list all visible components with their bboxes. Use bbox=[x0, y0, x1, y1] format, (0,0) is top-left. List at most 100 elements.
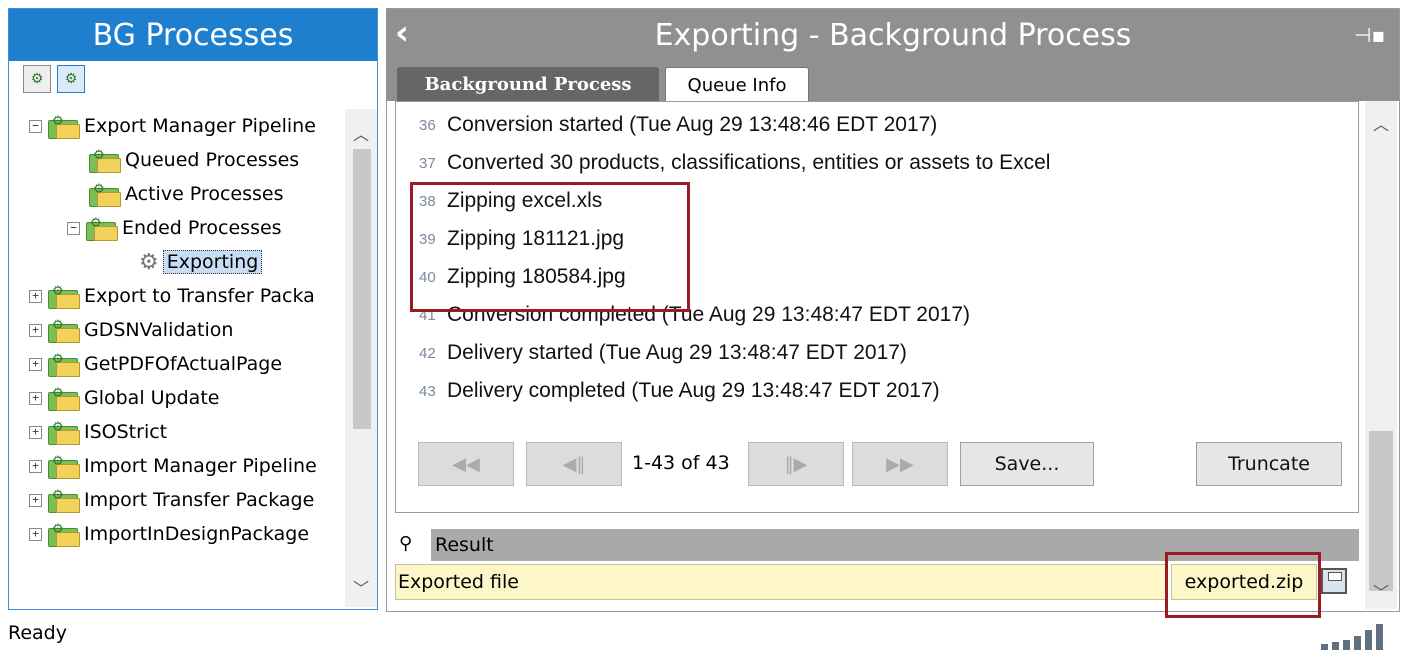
tab-bar: Background Process Queue Info bbox=[387, 61, 1399, 102]
line-number: 43 bbox=[419, 382, 436, 400]
scroll-up-icon[interactable]: ︿ bbox=[345, 121, 377, 145]
expand-icon[interactable]: + bbox=[29, 425, 42, 439]
tree-item-label: Ended Processes bbox=[122, 217, 282, 239]
process-detail-panel: Exporting - Background Process ‹ ⊣▪ Back… bbox=[386, 8, 1400, 618]
expand-icon[interactable]: + bbox=[29, 493, 42, 507]
expand-icon[interactable]: + bbox=[29, 391, 42, 405]
tree-item-label: Active Processes bbox=[125, 183, 284, 205]
back-icon[interactable]: ‹ bbox=[395, 13, 409, 53]
show-all-processes-icon[interactable]: ⚙ bbox=[23, 65, 51, 93]
process-tree: − ⚙ Export Manager Pipeline ⚙ Queued Pro… bbox=[9, 109, 343, 599]
tree-item-ended-processes[interactable]: − ⚙ Ended Processes bbox=[67, 213, 282, 243]
first-page-button[interactable]: ◀◀ bbox=[418, 442, 514, 486]
tree-scrollbar[interactable]: ︿ ﹀ bbox=[345, 109, 377, 607]
process-folder-icon: ⚙ bbox=[46, 522, 80, 547]
signal-strength-icon bbox=[1321, 622, 1387, 650]
tree-item-import-manager-pipeline[interactable]: + ⚙ Import Manager Pipeline bbox=[29, 451, 317, 481]
collapse-icon[interactable]: − bbox=[29, 119, 42, 133]
process-folder-icon: ⚙ bbox=[87, 148, 121, 173]
log-text: Delivery completed (Tue Aug 29 13:48:47 … bbox=[447, 379, 940, 402]
tree-item-label: Import Manager Pipeline bbox=[84, 455, 317, 477]
status-text: Ready bbox=[8, 622, 67, 644]
process-folder-icon: ⚙ bbox=[46, 284, 80, 309]
highlight-box bbox=[410, 182, 690, 312]
detail-title: Exporting - Background Process bbox=[654, 17, 1132, 53]
pin-icon[interactable]: ⊣▪ bbox=[1354, 23, 1385, 47]
process-folder-icon: ⚙ bbox=[46, 420, 80, 445]
process-log: 36 Conversion started (Tue Aug 29 13:48:4… bbox=[395, 101, 1359, 513]
detail-scrollbar[interactable]: ︿ ﹀ bbox=[1365, 101, 1397, 609]
last-page-button[interactable]: ▶▶ bbox=[852, 442, 948, 486]
tree-item-getpdfofactualpage[interactable]: + ⚙ GetPDFOfActualPage bbox=[29, 349, 282, 379]
scroll-up-icon[interactable]: ︿ bbox=[1365, 111, 1397, 135]
line-number: 42 bbox=[419, 344, 436, 362]
tree-toolbar: ⚙ ⚙ bbox=[9, 61, 377, 97]
expand-icon[interactable]: + bbox=[29, 323, 42, 337]
process-folder-icon: ⚙ bbox=[84, 216, 118, 241]
tree-item-label: Exporting bbox=[162, 250, 263, 274]
process-folder-icon: ⚙ bbox=[46, 488, 80, 513]
previous-page-button[interactable]: ◀‖ bbox=[526, 442, 622, 486]
log-line: 36 Conversion started (Tue Aug 29 13:48:4… bbox=[419, 110, 937, 140]
expand-icon[interactable]: + bbox=[29, 459, 42, 473]
log-line: 43 Delivery completed (Tue Aug 29 13:48:4… bbox=[419, 376, 940, 406]
tree-item-active-processes[interactable]: ⚙ Active Processes bbox=[87, 179, 283, 209]
tab-background-process[interactable]: Background Process bbox=[397, 67, 659, 101]
gear-icon: ⚙ bbox=[139, 249, 159, 275]
scroll-thumb[interactable] bbox=[353, 149, 371, 429]
log-text: Conversion started (Tue Aug 29 13:48:46 … bbox=[447, 113, 938, 136]
detail-header: Exporting - Background Process ‹ ⊣▪ bbox=[387, 9, 1399, 61]
tree-item-global-update[interactable]: + ⚙ Global Update bbox=[29, 383, 219, 413]
expand-icon[interactable]: + bbox=[29, 289, 42, 303]
process-folder-icon: ⚙ bbox=[46, 114, 80, 139]
tree-item-label: Queued Processes bbox=[125, 149, 300, 171]
bg-processes-panel: BG Processes ⚙ ⚙ − ⚙ Export Manager Pipe… bbox=[8, 8, 378, 610]
line-number: 36 bbox=[419, 116, 436, 134]
scroll-down-icon[interactable]: ﹀ bbox=[1365, 579, 1397, 603]
tab-queue-info[interactable]: Queue Info bbox=[665, 67, 809, 102]
expand-icon[interactable]: + bbox=[29, 527, 42, 541]
tree-item-label: ISOStrict bbox=[84, 421, 168, 443]
scroll-down-icon[interactable]: ﹀ bbox=[345, 575, 377, 599]
panel-title: BG Processes bbox=[9, 9, 377, 61]
process-folder-icon: ⚙ bbox=[46, 386, 80, 411]
show-my-processes-icon[interactable]: ⚙ bbox=[57, 65, 85, 93]
save-button[interactable]: Save... bbox=[960, 442, 1094, 486]
tree-item-gdsnvalidation[interactable]: + ⚙ GDSNValidation bbox=[29, 315, 233, 345]
next-page-button[interactable]: ‖▶ bbox=[748, 442, 844, 486]
highlight-box bbox=[1165, 552, 1321, 618]
tree-item-importindesignpackage[interactable]: + ⚙ ImportInDesignPackage bbox=[29, 519, 309, 549]
truncate-button[interactable]: Truncate bbox=[1196, 442, 1342, 486]
save-file-icon[interactable] bbox=[1321, 568, 1347, 594]
collapse-icon[interactable]: − bbox=[67, 221, 80, 235]
tree-item-label: Export to Transfer Packa bbox=[84, 285, 315, 307]
tree-item-label: Global Update bbox=[84, 387, 220, 409]
tree-item-export-to-transfer-package[interactable]: + ⚙ Export to Transfer Packa bbox=[29, 281, 315, 311]
process-folder-icon: ⚙ bbox=[46, 454, 80, 479]
log-text: Converted 30 products, classifications, … bbox=[447, 151, 1051, 174]
tree-item-isostrict[interactable]: + ⚙ ISOStrict bbox=[29, 417, 167, 447]
tree-item-queued-processes[interactable]: ⚙ Queued Processes bbox=[87, 145, 299, 175]
exported-file-row: Exported file exported.zip bbox=[395, 552, 1359, 618]
log-line: 37 Converted 30 products, classifications… bbox=[419, 148, 1050, 178]
exported-file-label: Exported file bbox=[395, 564, 1167, 600]
tree-item-label: GDSNValidation bbox=[84, 319, 234, 341]
process-folder-icon: ⚙ bbox=[46, 318, 80, 343]
tree-item-exporting[interactable]: ⚙ Exporting bbox=[139, 247, 263, 277]
tree-item-label: Import Transfer Package bbox=[84, 489, 315, 511]
page-range: 1-43 of 43 bbox=[632, 452, 730, 474]
tree-item-label: GetPDFOfActualPage bbox=[84, 353, 283, 375]
log-text: Delivery started (Tue Aug 29 13:48:47 ED… bbox=[447, 341, 907, 364]
line-number: 37 bbox=[419, 154, 436, 172]
tree-item-label: ImportInDesignPackage bbox=[84, 523, 310, 545]
expand-icon[interactable]: + bbox=[29, 357, 42, 371]
process-folder-icon: ⚙ bbox=[87, 182, 121, 207]
tree-item-import-transfer-package[interactable]: + ⚙ Import Transfer Package bbox=[29, 485, 314, 515]
log-pager: ◀◀ ◀‖ 1-43 of 43 ‖▶ ▶▶ Save... Truncate bbox=[396, 442, 1358, 488]
log-line: 42 Delivery started (Tue Aug 29 13:48:47 … bbox=[419, 338, 907, 368]
scroll-thumb[interactable] bbox=[1369, 431, 1393, 591]
tree-item-export-manager-pipeline[interactable]: − ⚙ Export Manager Pipeline bbox=[29, 111, 316, 141]
pin-marker-icon: ⚲ bbox=[399, 533, 413, 554]
tree-item-label: Export Manager Pipeline bbox=[84, 115, 316, 137]
process-folder-icon: ⚙ bbox=[46, 352, 80, 377]
